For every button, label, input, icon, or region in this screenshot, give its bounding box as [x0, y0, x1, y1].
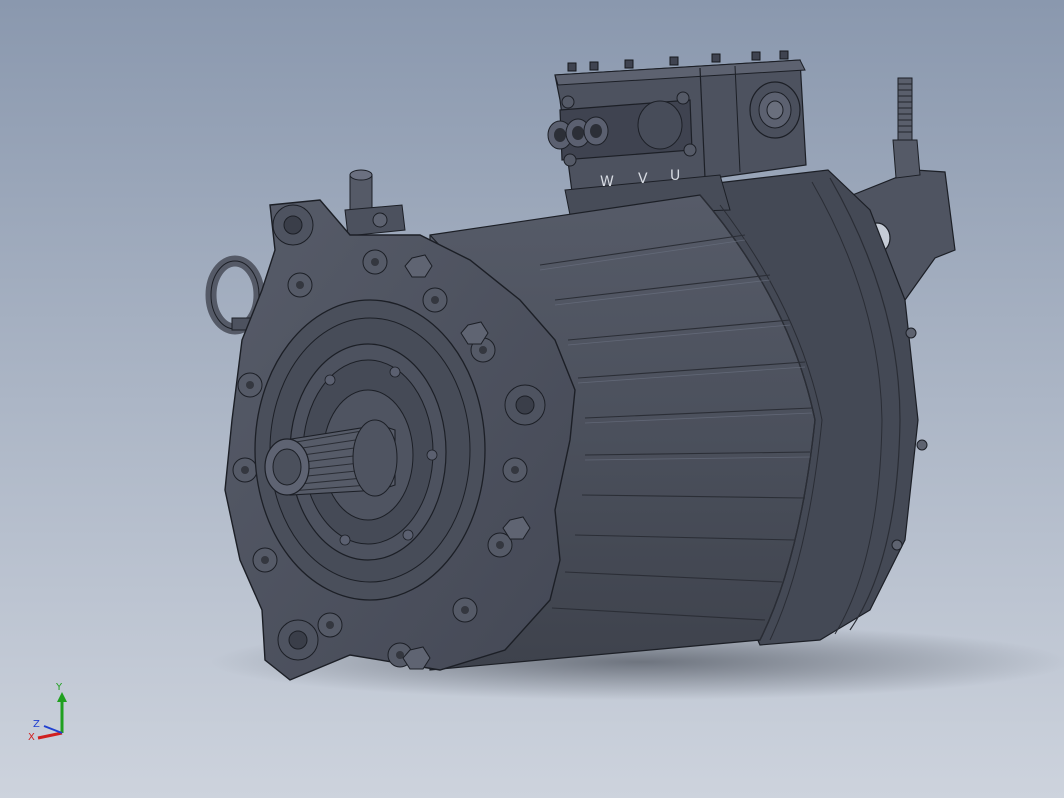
coolant-nozzle	[344, 169, 406, 237]
triad-z-label: Z	[33, 719, 40, 730]
triad-y-label: Y	[55, 682, 63, 693]
terminal-label-v: V	[638, 171, 648, 187]
terminal-label-w: W	[600, 174, 614, 190]
motor-model-scene[interactable]: W V U Y X Z	[0, 0, 1064, 798]
cad-viewport[interactable]: W V U Y X Z	[0, 0, 1064, 798]
coordinate-triad[interactable]: Y X Z	[28, 682, 67, 743]
terminal-label-u: U	[670, 168, 680, 184]
triad-x-label: X	[28, 732, 35, 743]
